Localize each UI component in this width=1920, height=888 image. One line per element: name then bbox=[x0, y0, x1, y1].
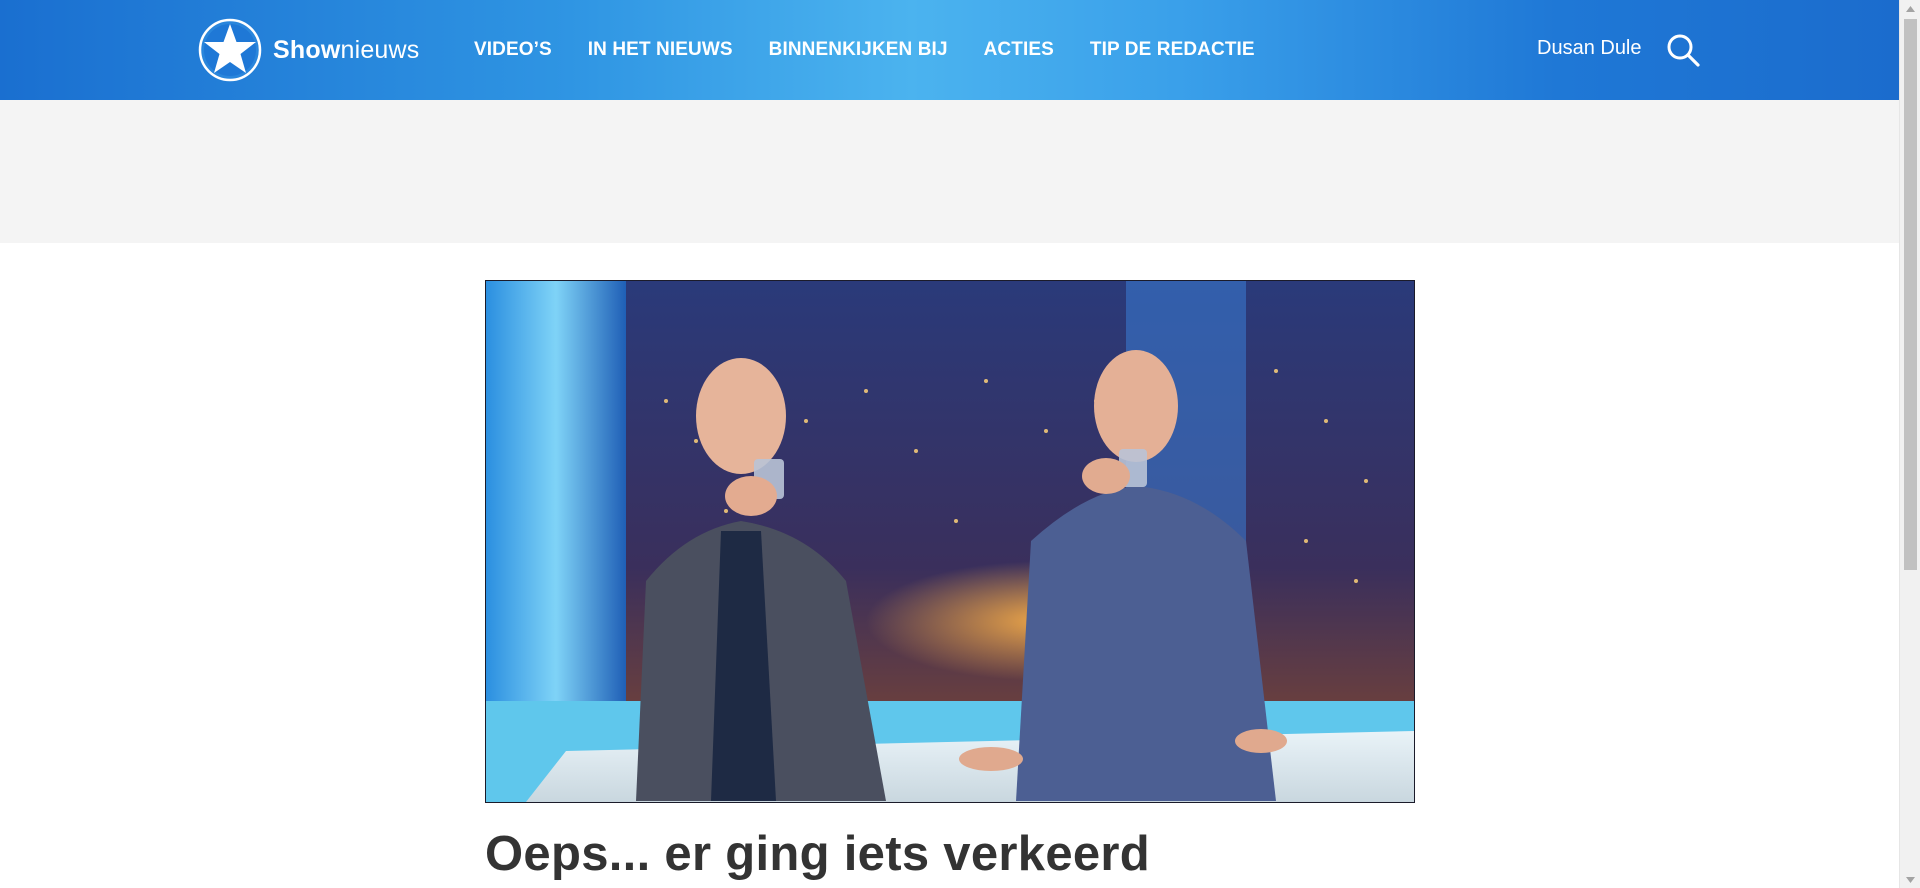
site-logo[interactable]: Shownieuws bbox=[198, 18, 420, 82]
logo-text-show: Show bbox=[273, 35, 341, 64]
nav-item-tip-de-redactie[interactable]: TIP DE REDACTIE bbox=[1090, 39, 1255, 61]
nav-item-acties[interactable]: ACTIES bbox=[984, 39, 1054, 61]
nav-item-in-het-nieuws[interactable]: IN HET NIEUWS bbox=[588, 39, 733, 61]
star-icon bbox=[198, 18, 262, 82]
user-account-link[interactable]: Dusan Dule bbox=[1537, 37, 1642, 60]
scroll-up-arrow-icon[interactable] bbox=[1900, 0, 1920, 17]
logo-text: Shownieuws bbox=[273, 36, 420, 65]
article-hero-image[interactable] bbox=[485, 280, 1415, 803]
scroll-down-arrow-icon[interactable] bbox=[1900, 871, 1920, 888]
vertical-scrollbar[interactable] bbox=[1899, 0, 1920, 888]
article-headline: Oeps... er ging iets verkeerd bbox=[485, 827, 1151, 881]
search-icon[interactable] bbox=[1665, 32, 1701, 68]
scrollbar-thumb[interactable] bbox=[1904, 19, 1917, 570]
logo-text-nieuws: nieuws bbox=[340, 35, 420, 64]
nav-item-binnenkijken-bij[interactable]: BINNENKIJKEN BIJ bbox=[769, 39, 948, 61]
nav-item-videos[interactable]: VIDEO’S bbox=[474, 39, 552, 61]
main-nav: VIDEO’S IN HET NIEUWS BINNENKIJKEN BIJ A… bbox=[474, 0, 1291, 100]
site-header: Shownieuws VIDEO’S IN HET NIEUWS BINNENK… bbox=[0, 0, 1899, 100]
ad-banner-placeholder bbox=[0, 100, 1899, 243]
hero-photo bbox=[486, 281, 1414, 802]
